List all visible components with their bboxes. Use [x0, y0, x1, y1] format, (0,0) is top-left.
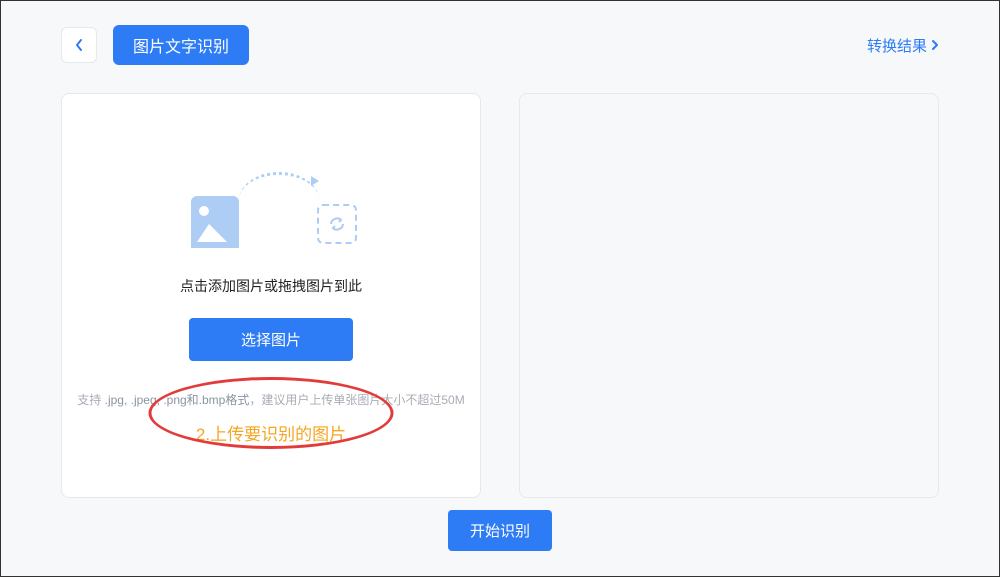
step-label: 2.上传要识别的图片 — [196, 420, 346, 445]
arrow-icon — [239, 172, 319, 200]
upload-hint: 点击添加图片或拖拽图片到此 — [180, 276, 362, 296]
upload-panel[interactable]: 点击添加图片或拖拽图片到此 选择图片 支持 .jpg, .jpeg, .png和… — [61, 93, 481, 498]
sync-box-icon — [317, 204, 357, 244]
format-suffix: ，建议用户上传单张图片大小不超过50M — [249, 393, 464, 407]
panels: 点击添加图片或拖拽图片到此 选择图片 支持 .jpg, .jpeg, .png和… — [61, 93, 939, 498]
result-panel — [519, 93, 939, 498]
image-icon — [191, 196, 239, 248]
results-link[interactable]: 转换结果 — [867, 35, 939, 56]
header-left: 图片文字识别 — [61, 25, 249, 65]
header: 图片文字识别 转换结果 — [61, 25, 939, 65]
chevron-right-icon — [931, 39, 939, 51]
page-title: 图片文字识别 — [113, 25, 249, 65]
chevron-left-icon — [74, 38, 84, 52]
back-button[interactable] — [61, 27, 97, 63]
format-highlight: .jpg, .jpeg, .png和.bmp格式 — [105, 393, 250, 407]
format-prefix: 支持 — [77, 393, 104, 407]
upload-illustration — [181, 178, 361, 248]
arrow-head-icon — [311, 176, 319, 186]
start-recognition-button[interactable]: 开始识别 — [448, 510, 552, 551]
select-image-button[interactable]: 选择图片 — [189, 318, 353, 361]
start-button-wrap: 开始识别 — [61, 510, 939, 551]
format-hint: 支持 .jpg, .jpeg, .png和.bmp格式，建议用户上传单张图片大小… — [69, 391, 472, 408]
refresh-icon — [327, 214, 347, 234]
results-link-label: 转换结果 — [867, 35, 927, 56]
